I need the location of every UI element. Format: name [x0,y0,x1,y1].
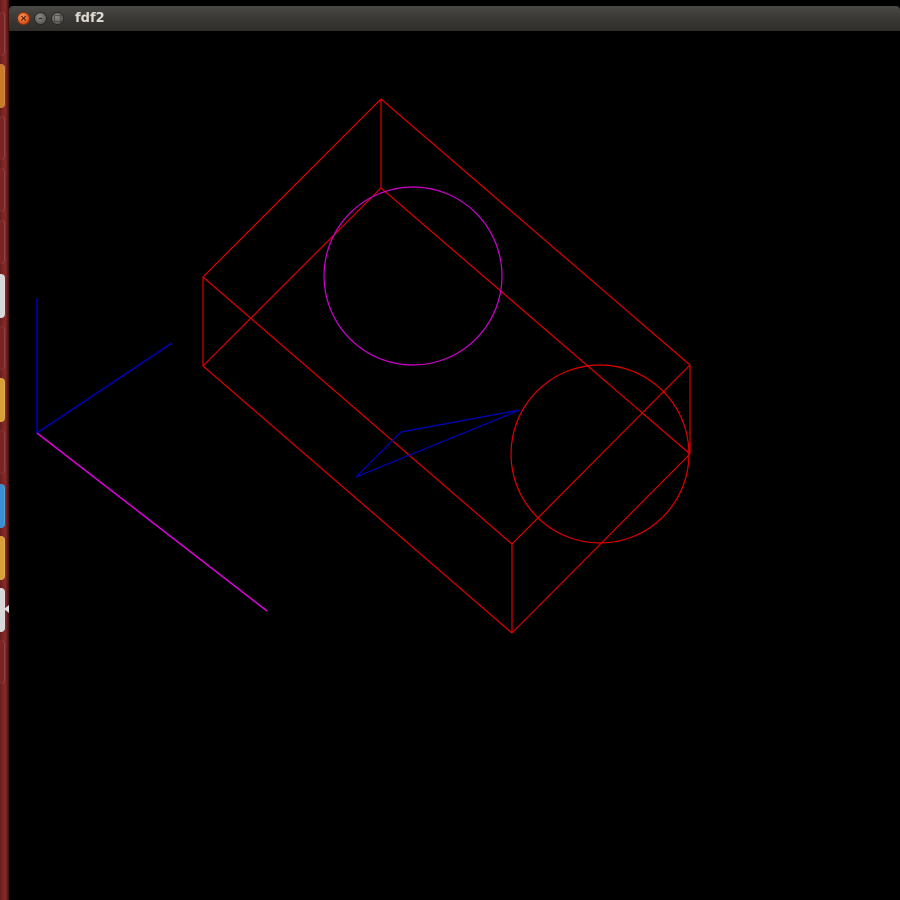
axis-line-blue [36,342,173,434]
launcher-app-icon[interactable] [0,168,5,212]
wireframe-box [202,98,691,634]
launcher-app-icon[interactable] [0,64,5,108]
top-circle [323,186,503,366]
launcher-app-icon[interactable] [0,430,5,474]
launcher-app-icon[interactable] [0,116,5,160]
box-edge [202,365,513,634]
side-circle [510,364,690,544]
maximize-button[interactable]: □ [51,12,64,25]
launcher-app-icon[interactable] [0,326,5,370]
window-title: fdf2 [75,11,105,26]
launcher-app-icon[interactable] [0,12,5,56]
box-edge [202,276,513,545]
minimize-button[interactable]: – [34,12,47,25]
launcher-app-icon[interactable] [0,274,5,318]
app-window: × – □ fdf2 [9,6,900,900]
box-edge [202,98,382,278]
launcher-bar [0,0,9,900]
triangle-shape [355,409,521,478]
box-edge [380,187,691,455]
launcher-app-icon[interactable] [0,378,5,422]
launcher-app-icon[interactable] [0,536,5,580]
launcher-app-icon[interactable] [0,484,5,528]
drawing-canvas[interactable] [9,31,900,900]
axis-line-magenta [36,432,268,612]
box-edge [380,98,691,366]
box-edge [202,187,382,367]
close-button[interactable]: × [17,12,30,25]
axis-gizmo [36,298,268,612]
launcher-app-icon[interactable] [0,220,5,264]
window-titlebar[interactable]: × – □ fdf2 [9,6,900,32]
launcher-app-icon[interactable] [0,640,5,684]
desktop: × – □ fdf2 [0,0,900,900]
